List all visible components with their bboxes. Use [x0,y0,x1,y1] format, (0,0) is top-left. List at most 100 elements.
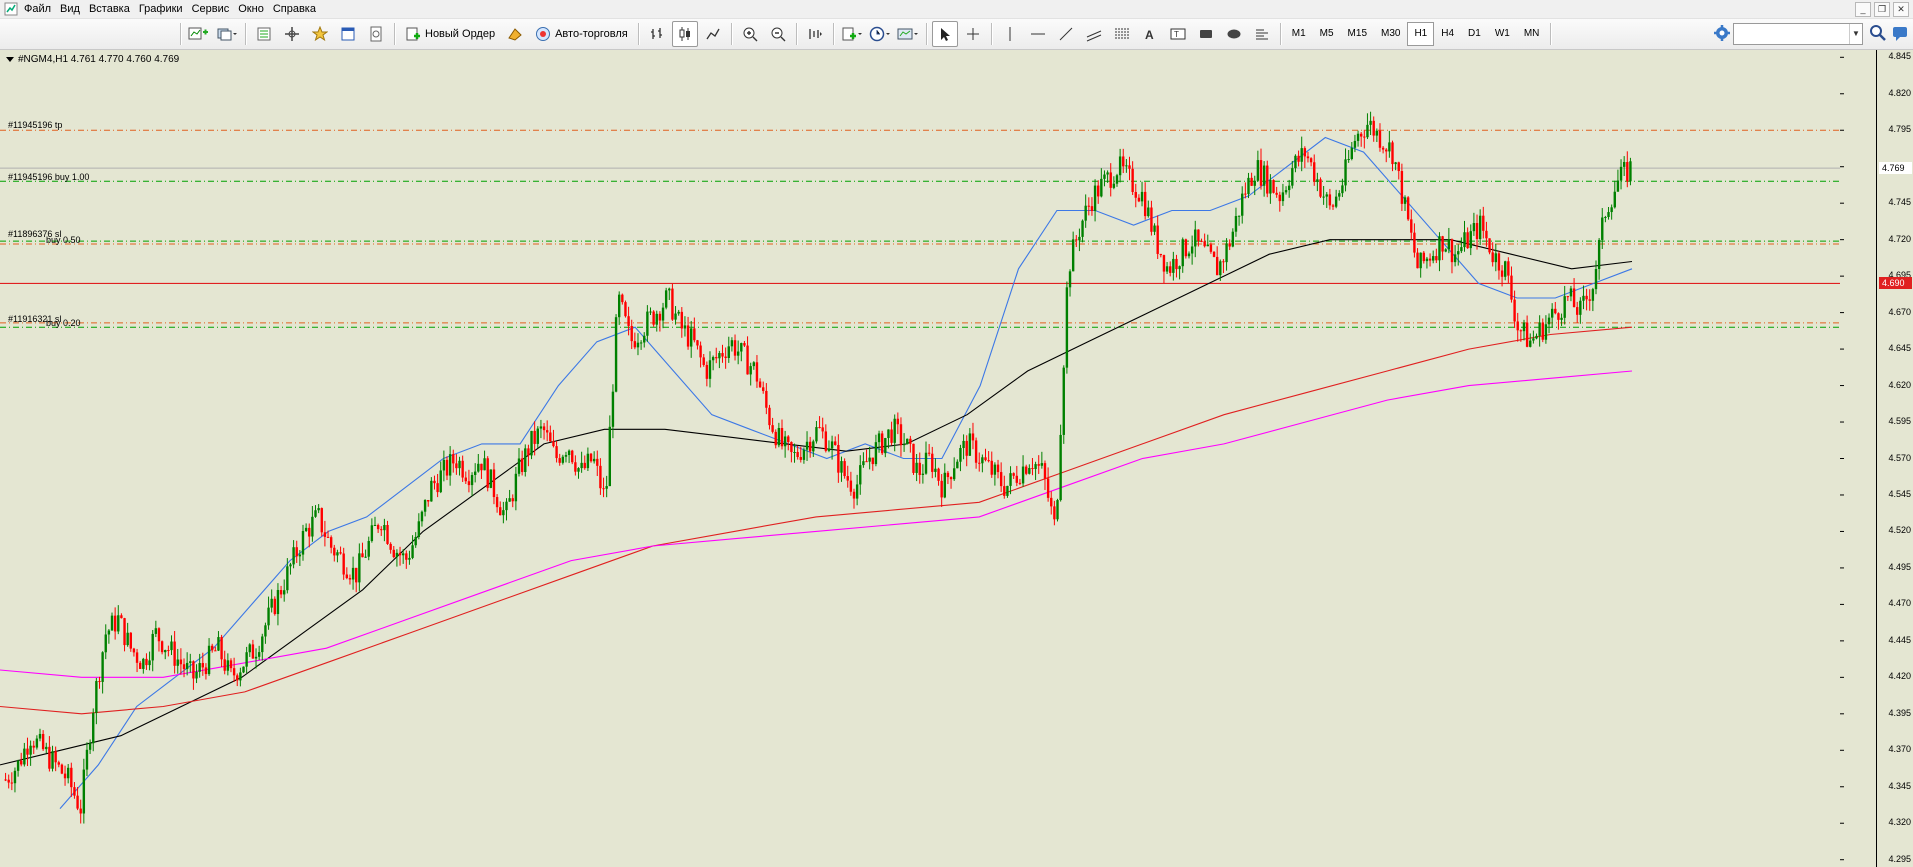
candle-body [827,448,831,451]
close-icon[interactable]: ✕ [1893,2,1909,17]
candle-body [323,532,327,537]
candle-body [1613,191,1616,208]
search-dropdown-icon[interactable]: ▼ [1849,24,1862,44]
candle-body [962,440,965,449]
new-chart-button[interactable] [186,21,212,47]
candle-body [1422,252,1426,262]
chart-symbol-info: #NGM4,H1 4.761 4.770 4.760 4.769 [18,54,180,65]
text-button[interactable]: A [1137,21,1163,47]
tester-button[interactable] [363,21,389,47]
candle-body [1463,232,1466,248]
candle-body [1071,239,1075,272]
menu-help[interactable]: Справка [273,3,325,15]
candlestick-button[interactable] [671,21,698,47]
zoom-in-icon [743,27,758,42]
candle-body [1006,485,1009,496]
candle-body [802,449,806,460]
candle-body [1237,215,1241,217]
templates-button[interactable] [895,21,921,47]
candle-body [583,462,586,469]
new-order-button[interactable]: Новый Ордер [400,21,500,47]
candle-body [1137,197,1141,202]
menu-file[interactable]: Файл [24,3,60,15]
collapse-triangle-icon[interactable] [6,57,14,62]
candle-body [649,311,652,313]
zoom-out-button[interactable] [765,21,791,47]
chart-window[interactable]: #NGM4,H1 4.761 4.770 4.760 4.769 #119451… [0,50,1913,867]
tf-m15[interactable]: M15 [1341,22,1374,46]
tf-h4[interactable]: H4 [1434,22,1461,46]
tf-m30[interactable]: M30 [1374,22,1407,46]
line-chart-button[interactable] [700,21,726,47]
indicators-button[interactable] [839,21,865,47]
candle-body [1513,299,1516,322]
tf-h1[interactable]: H1 [1407,22,1435,46]
candle-body [1056,500,1059,520]
data-window-button[interactable] [279,21,305,47]
candle-body [470,475,474,486]
tf-d1[interactable]: D1 [1461,22,1488,46]
zoom-in-button[interactable] [737,21,763,47]
candle-body [1519,330,1523,332]
menu-tools[interactable]: Сервис [192,3,239,15]
vertical-line-button[interactable] [997,21,1023,47]
periods-button[interactable] [867,21,893,47]
candle-body [408,557,411,560]
crosshair-button[interactable] [960,21,986,47]
candle-body [364,556,367,558]
trendline-button[interactable] [1053,21,1079,47]
bar-chart-icon [650,28,662,39]
navigator-button[interactable] [307,21,333,47]
tf-w1[interactable]: W1 [1488,22,1517,46]
fibonacci-button[interactable] [1109,21,1135,47]
equidistant-channel-button[interactable] [1081,21,1107,47]
candle-body [1535,335,1538,339]
text-label-button[interactable]: T [1165,21,1191,47]
candle-body [611,391,615,427]
horizontal-line-button[interactable] [1025,21,1051,47]
rectangle-button[interactable] [1193,21,1219,47]
candle-body [752,362,756,367]
tf-mn[interactable]: MN [1517,22,1547,46]
menu-window[interactable]: Окно [238,3,273,15]
candle-body [442,459,446,471]
price-axis[interactable]: 4.8454.8204.7954.7704.7454.7204.6954.670… [1876,50,1913,867]
price-chart-plot[interactable] [0,50,1877,867]
search-icon [1870,25,1886,41]
tf-m5[interactable]: M5 [1313,22,1341,46]
candle-body [639,342,643,344]
candle-body [1197,229,1200,241]
search-button[interactable] [1869,24,1887,45]
candle-body [292,547,295,565]
candle-body [1369,120,1372,125]
candle-body [276,589,280,615]
terminal-button[interactable] [335,21,361,47]
profiles-button[interactable] [214,21,240,47]
menu-insert[interactable]: Вставка [89,3,139,15]
search-input[interactable]: ▼ [1733,23,1863,45]
tf-m1[interactable]: M1 [1285,22,1313,46]
menu-view[interactable]: Вид [60,3,89,15]
candle-body [289,564,292,567]
metaeditor-button[interactable] [502,21,528,47]
arrows-button[interactable] [1249,21,1275,47]
candle-body [699,345,702,358]
candle-body [1031,467,1034,470]
price-tick-label: 4.495 [1888,561,1911,572]
ellipse-button[interactable] [1221,21,1247,47]
settings-gear-button[interactable] [1713,24,1731,45]
candle-body [1331,205,1335,207]
restore-icon[interactable]: ❐ [1874,2,1890,17]
chat-button[interactable] [1891,24,1909,45]
cursor-button[interactable] [931,21,958,47]
menu-charts[interactable]: Графики [139,3,192,15]
minimize-icon[interactable]: _ [1855,2,1871,17]
auto-trading-button[interactable]: Авто-торговля [530,21,633,47]
price-tick-label: 4.470 [1888,598,1911,609]
candle-body [511,498,514,502]
chart-shift-button[interactable] [802,21,828,47]
candle-body [1428,258,1432,261]
market-watch-button[interactable] [251,21,277,47]
bar-chart-button[interactable] [644,21,670,47]
candle-body [1059,434,1062,501]
